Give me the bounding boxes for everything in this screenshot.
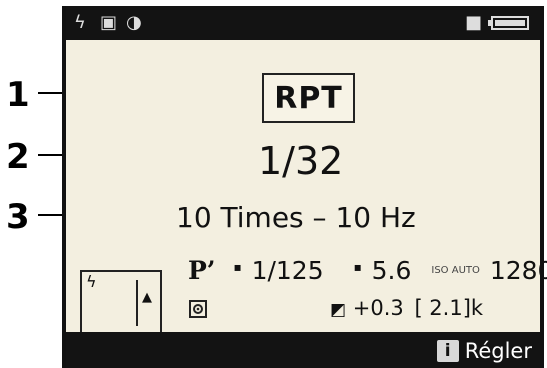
remote-flash-icon: ▲ [142,290,152,305]
flash-mode-label: RPT [274,80,343,116]
flash-icon: ϟ [74,12,86,33]
flash-ready-icon: ◑ [126,12,142,33]
aperture-icon: ▪ [353,260,362,274]
exposure-compensation: +0.3 [352,296,404,320]
flash-icon-small: ϟ [86,272,97,291]
repeat-flash-summary: 10 Times – 10 Hz [176,201,416,234]
info-i-icon: i [436,340,459,362]
flash-control-diagram: ϟ ▲ [80,270,162,334]
shutter-speed: 1/125 [251,256,324,285]
program-mode: P’ [188,256,216,285]
frames-remaining: [ 2.1]k [414,296,484,320]
bottom-action-bar: i Régler [66,332,540,368]
exposure-info-line: P’ ▪ 1/125 ▪ 5.6 ISO AUTO 12800 [188,258,547,283]
callout-1: 1 [6,75,30,115]
callout-column: 1 2 3 [0,0,264,368]
exposure-comp-icon: ◩ [330,300,347,320]
flash-mode-box: RPT [262,73,355,123]
aperture-value: 5.6 [371,256,412,285]
shutter-icon: ▪ [233,260,242,274]
adjust-label: Régler [464,339,532,363]
adjust-button[interactable]: i Régler [436,339,532,363]
iso-value: 12800 [489,256,547,285]
metering-icon [189,300,207,318]
flash-head-icon: ▣ [100,12,118,33]
camera-lcd-screen: ϟ ▣ ◑ ■ RPT 1/32 10 Times – 10 Hz ϟ ▲ P’… [62,6,547,368]
iso-label: ISO AUTO [431,265,480,276]
exposure-comp-line: ◩ +0.3 [ 2.1]k [330,298,483,319]
camera-icon: ■ [464,12,482,33]
flash-output-level: 1/32 [258,139,344,183]
callout-3: 3 [6,197,30,237]
callout-2: 2 [6,137,30,177]
top-status-bar: ϟ ▣ ◑ ■ [66,6,540,40]
battery-icon [488,16,529,30]
